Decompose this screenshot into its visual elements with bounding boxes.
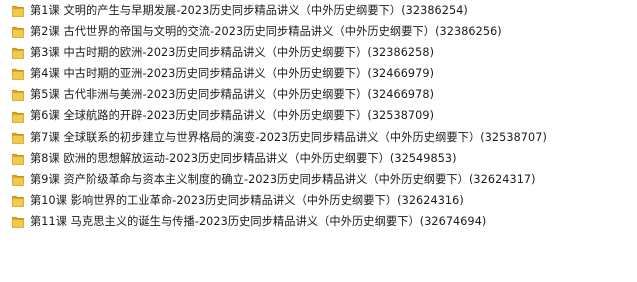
folder-item[interactable]: 第4课 中古时期的亚洲-2023历史同步精品讲义（中外历史纲要下）(324669… bbox=[12, 63, 632, 84]
folder-item[interactable]: 第7课 全球联系的初步建立与世界格局的演变-2023历史同步精品讲义（中外历史纲… bbox=[12, 127, 632, 148]
folder-item[interactable]: 第6课 全球航路的开辟-2023历史同步精品讲义（中外历史纲要下）(325387… bbox=[12, 105, 632, 126]
folder-icon bbox=[12, 4, 24, 17]
folder-label: 第8课 欧洲的思想解放运动-2023历史同步精品讲义（中外历史纲要下）(3254… bbox=[30, 151, 457, 165]
folder-icon bbox=[12, 46, 24, 60]
folder-icon bbox=[12, 194, 24, 207]
folder-label: 第6课 全球航路的开辟-2023历史同步精品讲义（中外历史纲要下）(325387… bbox=[30, 109, 435, 123]
folder-icon bbox=[12, 88, 24, 102]
folder-label: 第5课 古代非洲与美洲-2023历史同步精品讲义（中外历史纲要下）(324669… bbox=[30, 88, 435, 102]
folder-item[interactable]: 第1课 文明的产生与早期发展-2023历史同步精品讲义（中外历史纲要下）(323… bbox=[12, 0, 632, 21]
folder-label: 第7课 全球联系的初步建立与世界格局的演变-2023历史同步精品讲义（中外历史纲… bbox=[30, 130, 547, 144]
folder-item[interactable]: 第9课 资产阶级革命与资本主义制度的确立-2023历史同步精品讲义（中外历史纲要… bbox=[12, 169, 632, 190]
folder-label: 第1课 文明的产生与早期发展-2023历史同步精品讲义（中外历史纲要下）(323… bbox=[30, 3, 468, 17]
folder-icon bbox=[12, 25, 24, 38]
folder-item[interactable]: 第3课 中古时期的欧洲-2023历史同步精品讲义（中外历史纲要下）(323862… bbox=[12, 42, 632, 63]
folder-icon bbox=[12, 215, 24, 228]
folder-icon bbox=[12, 131, 24, 144]
folder-item[interactable]: 第5课 古代非洲与美洲-2023历史同步精品讲义（中外历史纲要下）(324669… bbox=[12, 84, 632, 105]
folder-label: 第11课 马克思主义的诞生与传播-2023历史同步精品讲义（中外历史纲要下）(3… bbox=[30, 214, 487, 228]
folder-item[interactable]: 第10课 影响世界的工业革命-2023历史同步精品讲义（中外历史纲要下）(326… bbox=[12, 190, 632, 211]
folder-label: 第4课 中古时期的亚洲-2023历史同步精品讲义（中外历史纲要下）(324669… bbox=[30, 67, 435, 81]
folder-label: 第3课 中古时期的欧洲-2023历史同步精品讲义（中外历史纲要下）(323862… bbox=[30, 46, 435, 60]
folder-item[interactable]: 第8课 欧洲的思想解放运动-2023历史同步精品讲义（中外历史纲要下）(3254… bbox=[12, 148, 632, 169]
folder-list: 第1课 文明的产生与早期发展-2023历史同步精品讲义（中外历史纲要下）(323… bbox=[12, 0, 632, 232]
folder-item[interactable]: 第11课 马克思主义的诞生与传播-2023历史同步精品讲义（中外历史纲要下）(3… bbox=[12, 211, 632, 232]
folder-label: 第9课 资产阶级革命与资本主义制度的确立-2023历史同步精品讲义（中外历史纲要… bbox=[30, 172, 536, 186]
folder-icon bbox=[12, 67, 24, 81]
folder-icon bbox=[12, 152, 24, 165]
folder-icon bbox=[12, 173, 24, 186]
folder-label: 第2课 古代世界的帝国与文明的交流-2023历史同步精品讲义（中外历史纲要下）(… bbox=[30, 25, 502, 39]
folder-icon bbox=[12, 110, 24, 123]
folder-label: 第10课 影响世界的工业革命-2023历史同步精品讲义（中外历史纲要下）(326… bbox=[30, 193, 464, 207]
folder-item[interactable]: 第2课 古代世界的帝国与文明的交流-2023历史同步精品讲义（中外历史纲要下）(… bbox=[12, 21, 632, 42]
